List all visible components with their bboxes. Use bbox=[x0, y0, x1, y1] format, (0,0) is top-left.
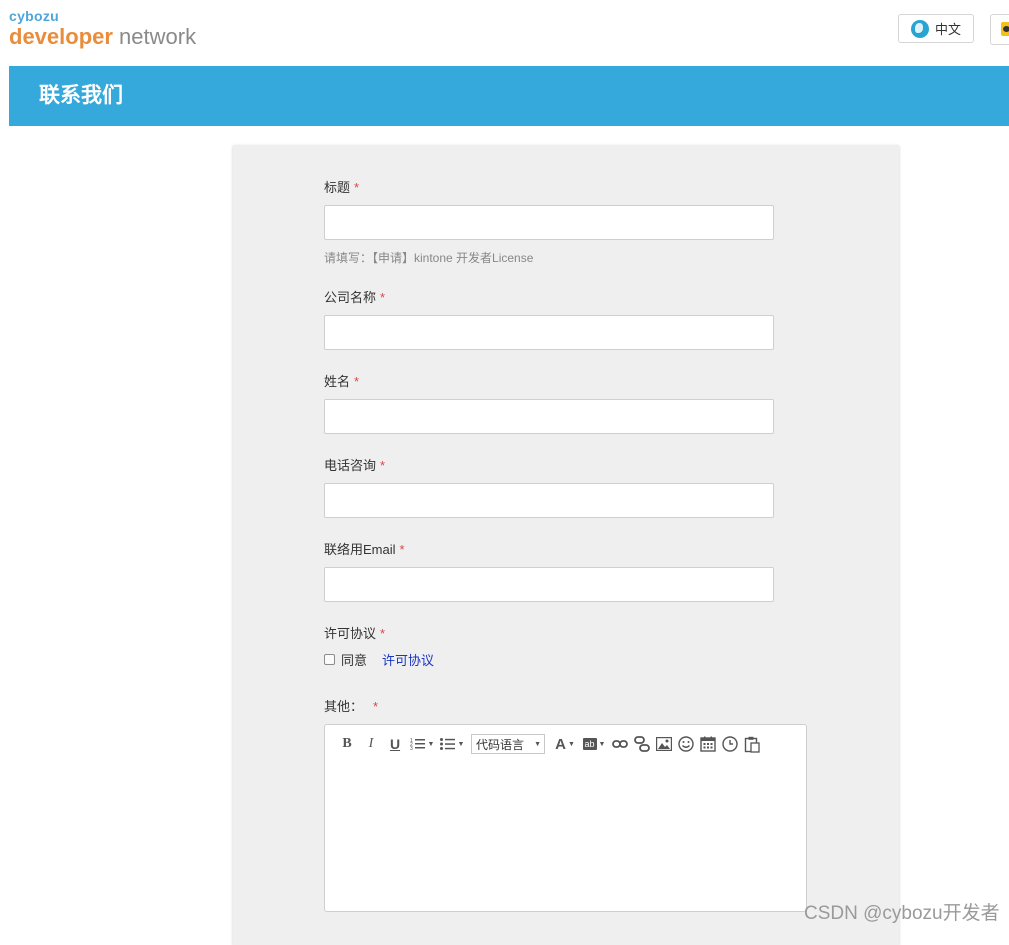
page-title: 联系我们 bbox=[39, 84, 123, 107]
name-input[interactable] bbox=[324, 399, 774, 434]
user-menu-button[interactable] bbox=[990, 14, 1009, 45]
license-field-label: 许可协议 * bbox=[324, 626, 386, 641]
contact-form: 标题 * 请填写：【申请】kintone 开发者License 公司名称 * 姓名 *… bbox=[233, 145, 899, 945]
page-banner: 联系我们 bbox=[9, 66, 1009, 126]
required-mark: * bbox=[354, 374, 360, 389]
insert-image-button[interactable] bbox=[653, 733, 675, 755]
required-mark: * bbox=[380, 290, 386, 305]
bold-button[interactable]: B bbox=[335, 733, 359, 755]
company-field-label: 公司名称 * bbox=[324, 290, 386, 305]
logo-network-text: network bbox=[112, 24, 197, 49]
ordered-list-icon: 1 2 3 bbox=[410, 738, 425, 751]
agree-checkbox[interactable] bbox=[324, 654, 335, 665]
required-mark: * bbox=[373, 699, 379, 714]
link-button[interactable] bbox=[609, 733, 631, 755]
globe-icon bbox=[910, 19, 929, 38]
email-input[interactable] bbox=[324, 567, 774, 602]
language-label: 中文 bbox=[934, 22, 961, 37]
bullet-list-button[interactable]: ▼ bbox=[437, 733, 467, 755]
italic-button[interactable]: I bbox=[359, 733, 383, 755]
agree-row: 同意 许可协议 bbox=[324, 650, 434, 669]
insert-time-button[interactable] bbox=[719, 733, 741, 755]
link-icon bbox=[612, 740, 628, 748]
phone-field-label: 电话咨询 * bbox=[324, 458, 386, 473]
paste-button[interactable] bbox=[741, 733, 763, 755]
required-mark: * bbox=[380, 626, 386, 641]
rich-text-editor[interactable]: B I U 1 2 3 ▼ ▼ 代码语言 ▼ A ▼ ab ▼ bbox=[324, 724, 807, 912]
image-icon bbox=[656, 737, 672, 751]
name-field-label: 姓名 * bbox=[324, 374, 360, 389]
title-hint: 请填写：【申请】kintone 开发者License bbox=[324, 251, 534, 265]
svg-text:3: 3 bbox=[410, 746, 413, 751]
bullet-list-icon bbox=[439, 738, 455, 750]
title-input[interactable] bbox=[324, 205, 774, 240]
clock-icon bbox=[722, 736, 738, 752]
license-link[interactable]: 许可协议 bbox=[382, 650, 434, 669]
user-badge-icon bbox=[1001, 22, 1009, 36]
emoji-button[interactable] bbox=[675, 733, 697, 755]
language-button[interactable]: 中文 bbox=[898, 14, 974, 43]
chevron-down-icon: ▼ bbox=[534, 740, 541, 748]
unlink-icon bbox=[634, 736, 650, 752]
title-field-label: 标题 * bbox=[324, 180, 360, 195]
cybozu-logo[interactable]: cybozu developer network bbox=[9, 9, 196, 49]
underline-button[interactable]: U bbox=[383, 733, 407, 755]
other-field-label: 其他： * bbox=[324, 699, 379, 714]
logo-developer-text: developer bbox=[9, 24, 113, 49]
calendar-icon bbox=[700, 736, 716, 752]
unlink-button[interactable] bbox=[631, 733, 653, 755]
highlight-icon: ab bbox=[582, 738, 597, 750]
required-mark: * bbox=[354, 180, 360, 195]
ordered-list-button[interactable]: 1 2 3 ▼ bbox=[407, 733, 437, 755]
editor-toolbar: B I U 1 2 3 ▼ ▼ 代码语言 ▼ A ▼ ab ▼ bbox=[335, 732, 763, 756]
phone-input[interactable] bbox=[324, 483, 774, 518]
company-name-input[interactable] bbox=[324, 315, 774, 350]
required-mark: * bbox=[399, 542, 405, 557]
font-color-button[interactable]: A ▼ bbox=[551, 733, 579, 755]
clipboard-icon bbox=[744, 736, 760, 753]
smiley-icon bbox=[678, 736, 694, 752]
required-mark: * bbox=[380, 458, 386, 473]
logo-cybozu-text: cybozu bbox=[9, 8, 60, 24]
code-language-select[interactable]: 代码语言 ▼ bbox=[471, 734, 545, 754]
insert-date-button[interactable] bbox=[697, 733, 719, 755]
agree-label[interactable]: 同意 bbox=[341, 650, 367, 669]
email-field-label: 联络用Email * bbox=[324, 542, 405, 557]
watermark: CSDN @cybozu开发者 bbox=[804, 903, 1000, 924]
background-color-button[interactable]: ab ▼ bbox=[579, 733, 609, 755]
